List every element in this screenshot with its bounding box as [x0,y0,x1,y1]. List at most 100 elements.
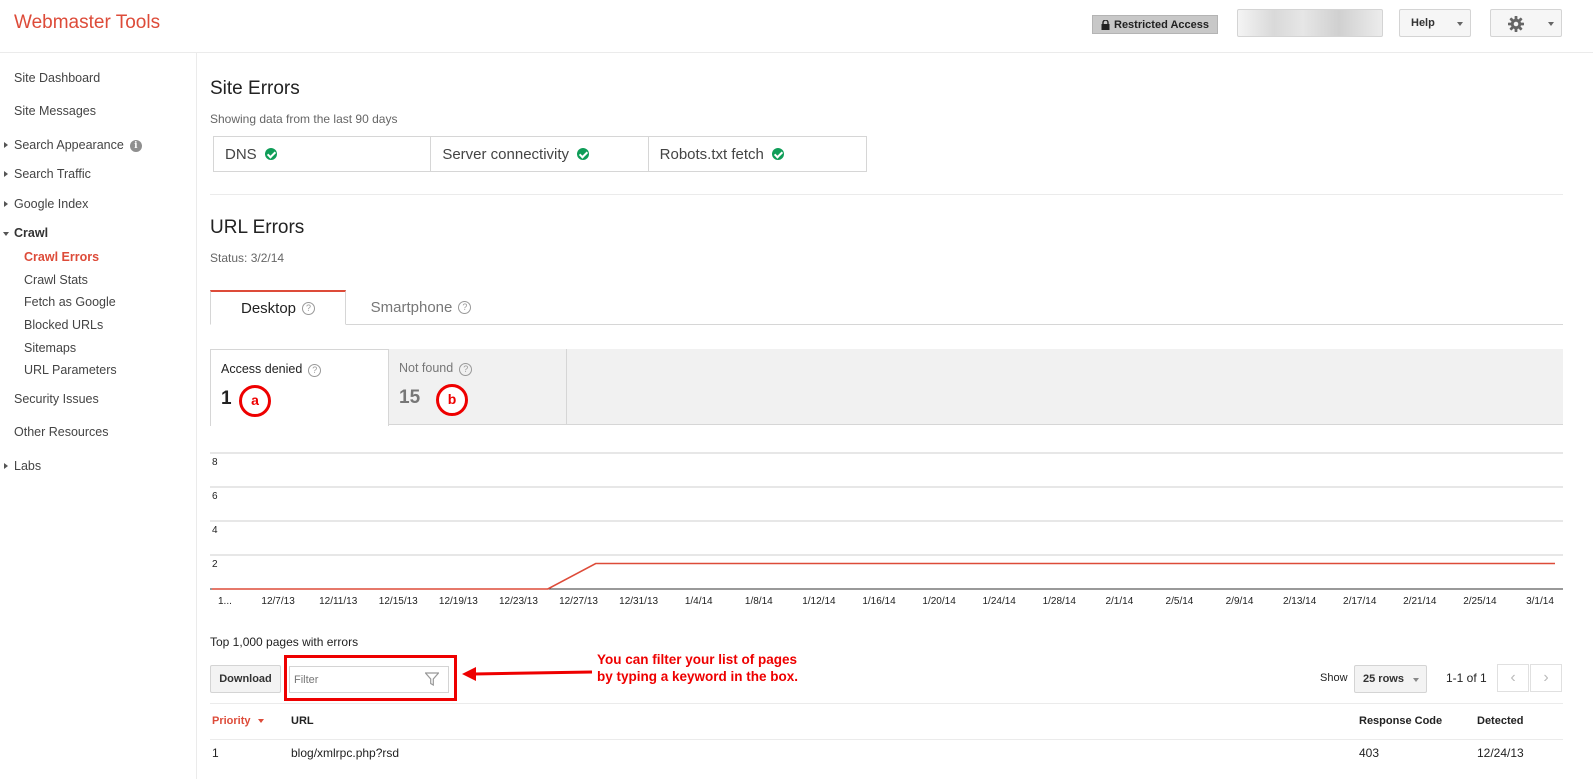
chart-x-tick-label: 2/13/14 [1283,596,1317,607]
sidebar-item-label: Blocked URLs [24,318,104,332]
chart-y-tick-label: 2 [212,559,218,570]
sidebar-item-label: Search Traffic [14,167,91,181]
help-circle-icon[interactable]: ? [302,301,316,315]
rows-per-page-select[interactable]: 25 rows [1354,665,1427,693]
not-found-box[interactable]: Not found? 15 b [389,349,567,425]
help-circle-icon[interactable]: ? [308,364,322,377]
header-divider [0,52,1593,53]
chart-x-tick-label: 1... [218,596,232,607]
chart-x-tick-label: 12/31/13 [619,596,658,607]
sidebar-item-site-messages[interactable]: Site Messages [14,104,96,118]
tab-desktop-label: Desktop [240,299,297,317]
chart-x-tick-label: 2/1/14 [1105,596,1133,607]
sidebar-item-label: Google Index [14,197,89,211]
row-priority: 1 [212,746,219,760]
chart-x-tick-label: 12/15/13 [379,596,418,607]
help-circle-icon[interactable]: ? [458,301,472,314]
robots-fetch-label: Robots.txt fetch [659,145,764,163]
chevron-right-icon: › [1543,669,1549,686]
access-denied-count: 1 [221,388,232,409]
help-label: Help [1411,17,1435,29]
sidebar-item-label: Site Dashboard [14,71,101,85]
annotation-line-1: You can filter your list of pages [597,652,798,667]
sidebar-item-label: Crawl Stats [24,273,88,287]
column-header-priority[interactable]: Priority [212,715,264,727]
chart-x-tick-label: 2/5/14 [1166,596,1194,607]
robots-fetch-status-cell: Robots.txt fetch [649,137,866,171]
sidebar-item-other-resources[interactable]: Other Resources [14,425,108,439]
sidebar-item-crawl[interactable]: Crawl [14,226,48,240]
sidebar-item-label: Search Appearance [14,138,124,152]
check-icon [577,148,590,160]
chart-x-tick-label: 12/23/13 [499,596,538,607]
chart-x-tick-label: 1/16/14 [862,596,896,607]
restricted-access-label: Restricted Access [1114,18,1209,31]
table-top-divider [210,703,1563,704]
annotation-marker-a: a [239,385,271,417]
url-errors-title: URL Errors [210,217,305,238]
access-denied-box[interactable]: Access denied? 1 a [210,349,389,426]
gear-icon [1508,16,1524,32]
sidebar-item-fetch-as-google[interactable]: Fetch as Google [24,295,116,309]
chart-x-tick-label: 2/9/14 [1226,596,1254,607]
sidebar-item-label: URL Parameters [24,363,117,377]
sidebar-item-security-issues[interactable]: Security Issues [14,392,99,406]
tab-smartphone[interactable]: Smartphone? [346,290,496,325]
chart-series-line [212,562,1555,590]
rows-per-page-value: 25 rows [1363,673,1404,685]
chart-x-tick-label: 12/19/13 [439,596,478,607]
show-label: Show [1320,672,1348,684]
sidebar-item-crawl-errors[interactable]: Crawl Errors [24,250,99,264]
sidebar-item-crawl-stats[interactable]: Crawl Stats [24,273,88,287]
sidebar-item-site-dashboard[interactable]: Site Dashboard [14,71,100,85]
column-header-url[interactable]: URL [291,715,314,727]
site-errors-subtitle: Showing data from the last 90 days [210,112,398,126]
settings-button[interactable] [1490,9,1562,37]
chart-x-tick-label: 12/27/13 [559,596,598,607]
chart-y-tick-label: 4 [212,525,218,536]
download-button[interactable]: Download [210,665,281,693]
next-page-button[interactable]: › [1530,664,1562,692]
help-button[interactable]: Help [1399,9,1471,37]
table-header-divider [210,739,1563,740]
tab-desktop[interactable]: Desktop? [210,290,346,325]
sidebar-item-label: Sitemaps [24,341,77,355]
app-logo[interactable]: Webmaster Tools [14,12,160,34]
row-url-link[interactable]: blog/xmlrpc.php?rsd [291,746,399,760]
check-icon [771,148,784,160]
annotation-marker-b: b [436,384,468,416]
url-errors-status: Status: 3/2/14 [210,251,285,265]
row-response-code: 403 [1359,746,1380,760]
sidebar-item-label: Labs [14,459,42,473]
site-errors-title: Site Errors [210,78,300,99]
not-found-label: Not found [399,361,454,375]
sidebar-item-url-parameters[interactable]: URL Parameters [24,363,117,377]
help-circle-icon[interactable]: ? [459,363,473,376]
chart-x-tick-label: 1/8/14 [745,596,773,607]
sidebar-item-search-traffic[interactable]: Search Traffic [14,167,91,181]
info-icon[interactable]: i [129,139,142,152]
server-connectivity-status-cell: Server connectivity [431,137,649,171]
column-header-response-code[interactable]: Response Code [1359,715,1442,727]
sidebar-item-labs[interactable]: Labs [14,459,41,473]
sidebar-item-label: Site Messages [14,104,96,118]
sidebar-item-label: Crawl [14,226,49,240]
lock-icon [1101,19,1110,30]
expand-arrow-icon [4,201,8,207]
sidebar-item-blocked-urls[interactable]: Blocked URLs [24,318,103,332]
chevron-down-icon [1457,22,1463,26]
account-selector[interactable] [1237,9,1383,37]
chart-x-tick-label: 1/12/14 [802,596,836,607]
access-denied-label: Access denied [221,362,303,376]
chart-y-tick-label: 6 [212,491,218,502]
sidebar-item-search-appearance[interactable]: Search Appearance i [14,138,142,152]
sidebar-item-sitemaps[interactable]: Sitemaps [24,341,76,355]
sidebar-item-google-index[interactable]: Google Index [14,197,88,211]
sidebar-item-label: Crawl Errors [24,250,100,264]
not-found-label-wrap: Not found? [399,361,473,376]
column-header-detected[interactable]: Detected [1477,715,1523,727]
row-detected: 12/24/13 [1477,746,1524,760]
chart-x-tick-label: 1/20/14 [922,596,956,607]
prev-page-button[interactable]: ‹ [1497,664,1529,692]
sidebar-item-label: Other Resources [14,425,109,439]
